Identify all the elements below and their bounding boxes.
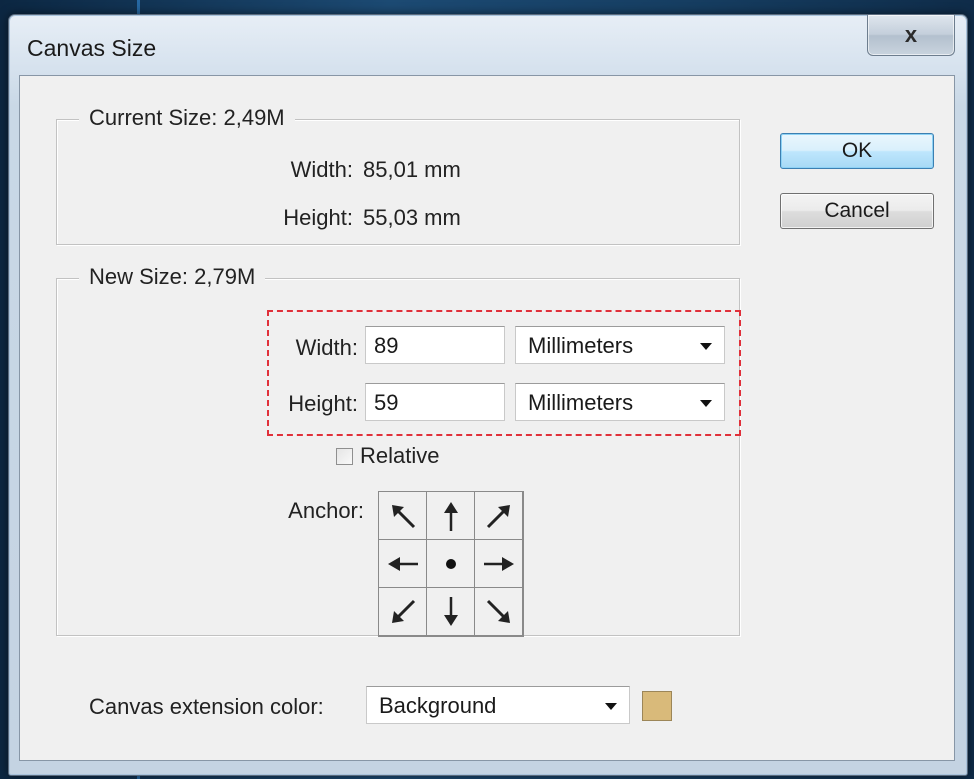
anchor-cell-top[interactable] (426, 491, 475, 540)
close-button[interactable]: x (867, 15, 955, 56)
extension-color-swatch[interactable] (642, 691, 672, 721)
relative-checkbox[interactable] (336, 448, 353, 465)
anchor-cell-top-right[interactable] (474, 491, 523, 540)
anchor-cell-top-left[interactable] (378, 491, 427, 540)
ok-button[interactable]: OK (780, 133, 934, 169)
current-size-title: Current Size: 2,49M (79, 105, 295, 131)
anchor-cell-bottom-right[interactable] (474, 587, 523, 636)
anchor-cell-bottom[interactable] (426, 587, 475, 636)
new-height-input[interactable]: 59 (365, 383, 505, 421)
new-height-label: Height: (288, 391, 358, 416)
arrow-up-icon (443, 501, 458, 531)
cancel-button[interactable]: Cancel (780, 193, 934, 229)
current-size-group: Current Size: 2,49M Width: 85,01 mm Heig… (56, 105, 740, 245)
anchor-label: Anchor: (288, 498, 364, 523)
height-unit-select[interactable]: Millimeters (515, 383, 725, 421)
height-unit-value: Millimeters (528, 390, 634, 415)
anchor-cell-right[interactable] (474, 539, 523, 588)
new-size-title: New Size: 2,79M (79, 264, 266, 290)
arrow-down-left-icon (391, 599, 415, 623)
arrow-up-left-icon (391, 504, 415, 528)
extension-color-value: Background (379, 693, 497, 718)
close-icon: x (904, 22, 918, 47)
arrow-down-right-icon (486, 599, 510, 623)
anchor-cell-left[interactable] (378, 539, 427, 588)
current-width-value: 85,01 mm (363, 157, 461, 182)
new-width-label: Width: (295, 335, 358, 360)
arrow-down-icon (443, 596, 458, 626)
chevron-down-icon (700, 400, 712, 407)
current-height-label: Height: (283, 205, 353, 230)
anchor-grid (378, 491, 524, 637)
width-unit-value: Millimeters (528, 333, 634, 358)
anchor-cell-bottom-left[interactable] (378, 587, 427, 636)
arrow-up-right-icon (486, 504, 510, 528)
chevron-down-icon (700, 343, 712, 350)
extension-color-label: Canvas extension color: (89, 694, 324, 719)
arrow-right-icon (483, 556, 514, 571)
chevron-down-icon (605, 703, 617, 710)
current-width-label: Width: (290, 157, 353, 182)
relative-label[interactable]: Relative (360, 443, 439, 469)
dialog-body: Current Size: 2,49M Width: 85,01 mm Heig… (19, 75, 955, 761)
current-height-value: 55,03 mm (363, 205, 461, 230)
extension-color-select[interactable]: Background (366, 686, 630, 724)
canvas-size-dialog: Canvas Size x Current Size: 2,49M Width:… (8, 14, 968, 776)
title-bar[interactable]: Canvas Size x (9, 15, 967, 75)
window-title: Canvas Size (27, 35, 157, 61)
anchor-cell-center[interactable] (426, 539, 475, 588)
new-width-input[interactable]: 89 (365, 326, 505, 364)
arrow-left-icon (387, 556, 418, 571)
anchor-center-dot-icon (445, 558, 456, 569)
width-unit-select[interactable]: Millimeters (515, 326, 725, 364)
